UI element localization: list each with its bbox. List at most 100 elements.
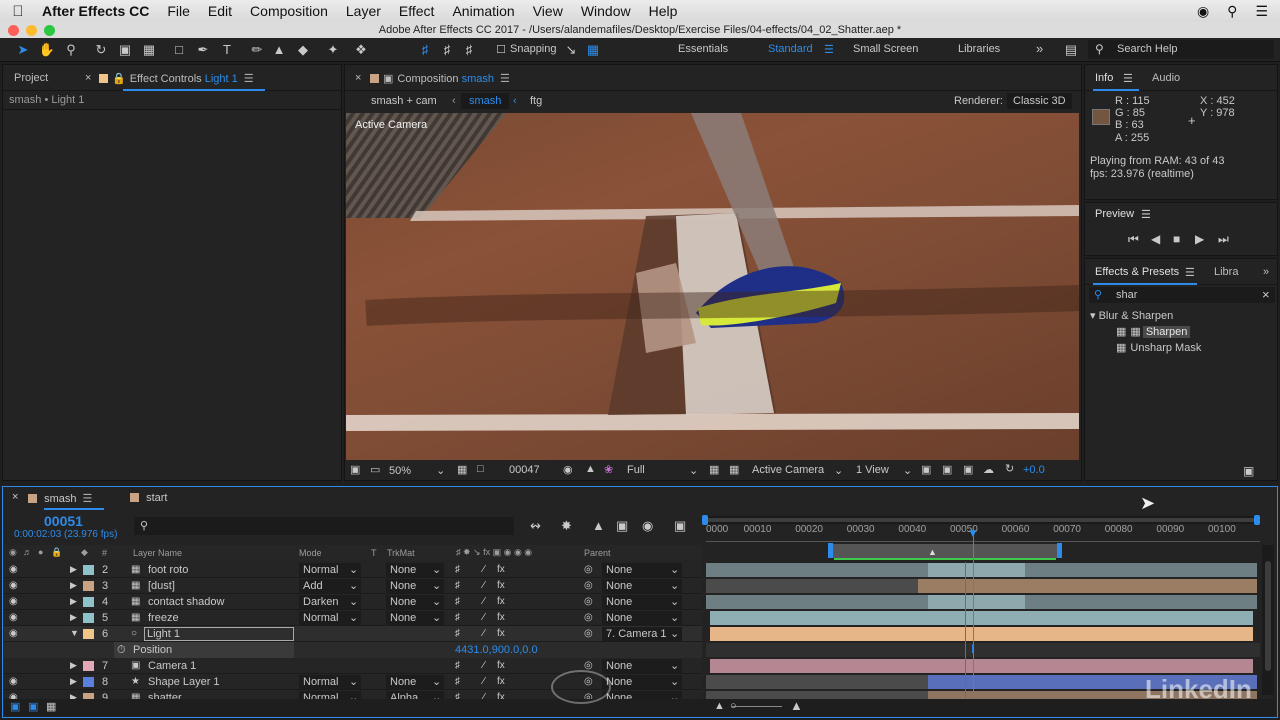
apple-icon[interactable]:  xyxy=(0,3,36,20)
next-frame-icon[interactable]: ▶ xyxy=(1195,232,1204,246)
comp-work-area-range[interactable] xyxy=(830,544,1059,558)
menu-composition[interactable]: Composition xyxy=(241,3,337,19)
close-tab-icon[interactable]: × xyxy=(12,491,18,503)
3d-draft-icon[interactable]: ▣ xyxy=(963,463,973,476)
camera-view-dropdown[interactable]: Active Camera ⌄ xyxy=(752,464,844,477)
stop-icon[interactable]: ■ xyxy=(1173,232,1180,246)
spotlight-search-icon[interactable]: ⚲ xyxy=(1227,3,1237,20)
composition-viewer[interactable]: Active Camera xyxy=(346,113,1079,460)
effects-switch-icon[interactable]: fx xyxy=(497,596,505,607)
tab-audio[interactable]: Audio xyxy=(1152,72,1180,84)
layer-trkmat-dropdown[interactable]: None ⌄ xyxy=(386,611,444,625)
last-frame-icon[interactable]: ⏭ xyxy=(1218,232,1229,247)
pan-behind-tool-icon[interactable]: ▦ xyxy=(140,41,158,59)
roto-brush-tool-icon[interactable]: ✦ xyxy=(324,41,342,59)
panel-menu-icon[interactable]: ☰ xyxy=(1123,72,1133,85)
work-area-bar[interactable] xyxy=(702,515,1260,525)
parent-pickwhip-icon[interactable]: ◎ xyxy=(584,612,593,623)
snap-edges-icon[interactable]: ↘ xyxy=(562,41,580,59)
minimize-window-button[interactable] xyxy=(26,25,37,36)
tab-composition[interactable]: ▣ Composition smash ☰ xyxy=(370,72,510,85)
notification-list-icon[interactable]: ☰ xyxy=(1255,3,1268,20)
property-row-position[interactable]: ⏱ Position 4431.0,900.0,0.0 I xyxy=(0,642,1280,658)
previous-frame-icon[interactable]: ◀ xyxy=(1151,232,1160,246)
always-preview-icon[interactable]: ▣ xyxy=(350,463,360,476)
current-time-field[interactable]: 00047 xyxy=(509,464,540,476)
toggle-layer-switches-icon[interactable]: ▣ xyxy=(10,700,20,713)
menu-file[interactable]: File xyxy=(158,3,199,19)
draft-3d-icon[interactable]: ✸ xyxy=(561,518,572,534)
creative-cloud-icon[interactable]: ◉ xyxy=(1197,3,1209,20)
expand-triangle-icon[interactable]: ▶ xyxy=(70,612,77,623)
layer-parent-dropdown[interactable]: None ⌄ xyxy=(602,659,682,673)
column-header-layer-name[interactable]: Layer Name xyxy=(133,548,182,558)
menu-layer[interactable]: Layer xyxy=(337,3,390,19)
quality-switch-icon[interactable]: ∕ xyxy=(483,628,485,639)
layer-duration-bar[interactable] xyxy=(928,595,1025,609)
effects-switch-icon[interactable]: fx xyxy=(497,612,505,623)
layer-label-color[interactable] xyxy=(83,597,94,607)
effects-switch-icon[interactable]: fx xyxy=(497,660,505,671)
tab-effect-controls[interactable]: 🔒 Effect Controls Light 1 ☰ xyxy=(99,72,254,85)
layer-mode-dropdown[interactable]: Darken ⌄ xyxy=(299,595,361,609)
first-frame-icon[interactable]: ⏮ xyxy=(1128,232,1139,247)
quality-switch-icon[interactable]: ∕ xyxy=(483,660,485,671)
eye-icon[interactable]: ◉ xyxy=(9,564,18,575)
layer-name[interactable]: Shape Layer 1 xyxy=(148,676,220,688)
fit-icon[interactable]: ▦ xyxy=(457,463,467,476)
layer-name[interactable]: contact shadow xyxy=(148,596,224,608)
shy-switch-icon[interactable]: ♯ xyxy=(455,676,460,687)
layer-mode-dropdown[interactable]: Normal ⌄ xyxy=(299,611,361,625)
parent-pickwhip-icon[interactable]: ◎ xyxy=(584,628,593,639)
layer-name[interactable]: foot roto xyxy=(148,564,188,576)
search-help-field[interactable]: ⚲ Search Help xyxy=(1088,40,1274,59)
layer-duration-bar[interactable] xyxy=(928,563,1025,577)
current-time-indicator-head[interactable]: ▼ xyxy=(967,526,979,540)
parent-pickwhip-icon[interactable]: ◎ xyxy=(584,596,593,607)
type-tool-icon[interactable]: T xyxy=(218,41,236,59)
timeline-layer-row[interactable]: ◉ ▶ 8 ★ Shape Layer 1 Normal ⌄ None ⌄ ♯ ∕ … xyxy=(0,674,1280,690)
workspace-sync-icon[interactable]: ▤ xyxy=(1062,41,1080,59)
effect-item-unsharp-mask[interactable]: ▦ Unsharp Mask xyxy=(1116,341,1201,354)
brush-tool-icon[interactable]: ✏ xyxy=(248,41,266,59)
renderer-dropdown[interactable]: Classic 3D xyxy=(1007,93,1072,109)
shy-layers-icon[interactable]: ▲ xyxy=(592,518,605,533)
range-end-handle[interactable] xyxy=(1057,543,1062,558)
panel-menu-icon[interactable]: ☰ xyxy=(1185,266,1195,279)
effects-switch-icon[interactable]: fx xyxy=(497,628,505,639)
zoom-in-icon[interactable]: ▲ xyxy=(790,698,803,713)
current-frame-display[interactable]: 00051 xyxy=(44,513,83,529)
layer-parent-dropdown[interactable]: None ⌄ xyxy=(602,611,682,625)
graph-editor-icon[interactable]: ▣ xyxy=(674,518,686,534)
workspace-menu-icon[interactable]: ☰ xyxy=(824,43,834,56)
toggle-pixel-aspect-icon[interactable]: ▣ xyxy=(921,463,931,476)
effects-switch-icon[interactable]: fx xyxy=(497,676,505,687)
menu-animation[interactable]: Animation xyxy=(443,3,523,19)
show-snapshot-icon[interactable]: ▲ xyxy=(585,463,596,475)
fast-previews-icon[interactable]: ▦ xyxy=(709,463,719,476)
timeline-layer-row[interactable]: ▶ 7 ▣ Camera 1 ♯ ∕ fx ◎ None ⌄ xyxy=(0,658,1280,674)
layer-duration-bar[interactable] xyxy=(706,675,928,689)
eye-icon[interactable]: ◉ xyxy=(9,628,18,639)
exposure-value[interactable]: +0.0 xyxy=(1023,464,1045,476)
workspace-small-screen[interactable]: Small Screen xyxy=(853,43,918,55)
timeline-zoom-slider[interactable] xyxy=(732,706,782,707)
timeline-layer-row[interactable]: ◉ ▶ 3 ▦ [dust] Add ⌄ None ⌄ ♯ ∕ fx ◎ None ⌄ xyxy=(0,578,1280,594)
camera-tool-icon[interactable]: ▣ xyxy=(116,41,134,59)
layer-trkmat-dropdown[interactable]: None ⌄ xyxy=(386,563,444,577)
frame-blending-icon[interactable]: ▣ xyxy=(616,518,628,534)
expand-triangle-icon[interactable]: ▶ xyxy=(70,596,77,607)
layer-trkmat-dropdown[interactable]: None ⌄ xyxy=(386,579,444,593)
puppet-pin-tool-icon[interactable]: ❖ xyxy=(352,41,370,59)
monitor-icon[interactable]: ▭ xyxy=(370,463,380,476)
layer-mode-dropdown[interactable]: Add ⌄ xyxy=(299,579,361,593)
range-start-handle[interactable] xyxy=(828,543,833,558)
tab-project[interactable]: Project xyxy=(14,72,48,84)
layer-duration-bar[interactable] xyxy=(706,563,928,577)
zoom-out-icon[interactable]: ▲ xyxy=(714,700,725,712)
timeline-layer-row[interactable]: ◉ ▶ 4 ▦ contact shadow Darken ⌄ None ⌄ ♯ ∕… xyxy=(0,594,1280,610)
workspace-libraries[interactable]: Libraries xyxy=(958,43,1000,55)
nav-comp-ftg[interactable]: ftg xyxy=(530,95,542,107)
zoom-tool-icon[interactable]: ⚲ xyxy=(62,41,80,59)
world-axis-mode-icon[interactable]: ♯ xyxy=(438,41,456,59)
